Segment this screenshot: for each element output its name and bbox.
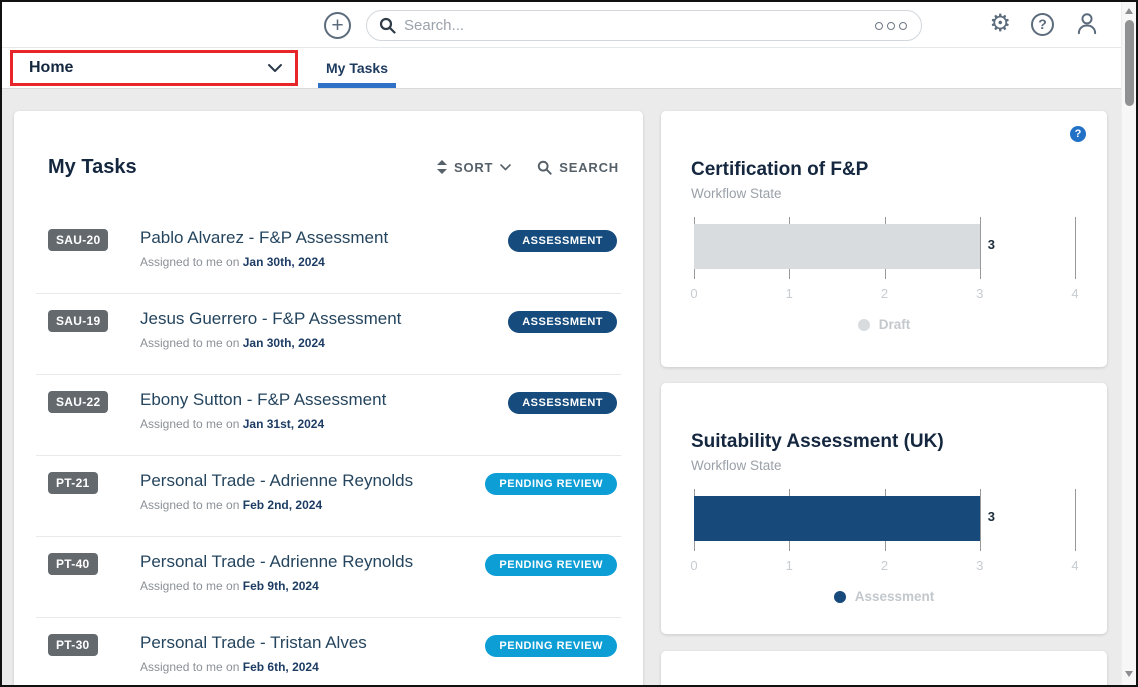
help-tooltip-icon[interactable]: ? [1070, 126, 1086, 142]
axis-tick [980, 489, 981, 551]
chart-title: Certification of F&P [661, 111, 1107, 181]
chart-card-partial [661, 651, 1107, 687]
legend-label: Assessment [855, 589, 935, 604]
task-list: SAU-20 Pablo Alvarez - F&P Assessment As… [36, 213, 621, 687]
search-tasks-button[interactable]: SEARCH [537, 160, 619, 175]
legend-dot [858, 319, 870, 331]
more-search-options-icon[interactable] [875, 22, 907, 30]
task-title: Personal Trade - Tristan Alves [140, 632, 485, 654]
task-id-badge: PT-30 [48, 634, 98, 656]
task-row[interactable]: PT-40 Personal Trade - Adrienne Reynolds… [36, 537, 621, 617]
create-new-icon[interactable]: + [324, 12, 351, 39]
task-title: Personal Trade - Adrienne Reynolds [140, 551, 485, 573]
search-icon [537, 160, 552, 175]
bar-chart: 3 [694, 217, 1075, 279]
x-axis: 0 1 2 3 4 [694, 558, 1075, 574]
panel-title: My Tasks [48, 156, 137, 179]
chart-title: Suitability Assessment (UK) [661, 383, 1107, 453]
status-badge: PENDING REVIEW [485, 473, 617, 495]
task-id-badge: PT-40 [48, 553, 98, 575]
chart-subtitle: Workflow State [661, 181, 1107, 201]
chevron-down-icon [500, 164, 511, 171]
global-search-bar[interactable] [366, 10, 922, 41]
search-icon [379, 17, 396, 34]
task-assigned-date: Assigned to me on Jan 30th, 2024 [140, 336, 508, 350]
home-dropdown[interactable]: Home [10, 50, 298, 86]
task-id-badge: SAU-22 [48, 391, 108, 413]
task-row[interactable]: SAU-19 Jesus Guerrero - F&P Assessment A… [36, 294, 621, 374]
my-tasks-panel: My Tasks SORT S [14, 111, 643, 687]
chart-subtitle: Workflow State [661, 453, 1107, 473]
legend-dot [834, 591, 846, 603]
task-row[interactable]: SAU-20 Pablo Alvarez - F&P Assessment As… [36, 213, 621, 293]
task-row[interactable]: SAU-22 Ebony Sutton - F&P Assessment Ass… [36, 375, 621, 455]
task-row[interactable]: PT-30 Personal Trade - Tristan Alves Ass… [36, 618, 621, 687]
help-icon[interactable]: ? [1031, 13, 1054, 36]
task-id-badge: PT-21 [48, 472, 98, 494]
nav-row: Home My Tasks [2, 48, 1136, 89]
chart-card-certification: ? Certification of F&P Workflow State 3 … [661, 111, 1107, 367]
chart-legend: Assessment [661, 589, 1107, 604]
sort-button[interactable]: SORT [437, 160, 511, 175]
top-bar-actions: ⚙ ? [989, 11, 1100, 37]
home-dropdown-label: Home [29, 59, 73, 77]
task-title: Ebony Sutton - F&P Assessment [140, 389, 508, 411]
task-id-badge: SAU-20 [48, 229, 108, 251]
bar-draft [694, 224, 980, 269]
chart-card-suitability: Suitability Assessment (UK) Workflow Sta… [661, 383, 1107, 634]
user-profile-icon[interactable] [1074, 11, 1100, 37]
tab-my-tasks[interactable]: My Tasks [320, 48, 394, 88]
scrollbar-thumb[interactable] [1125, 20, 1134, 106]
sort-arrows-icon [437, 160, 447, 174]
my-tasks-header: My Tasks SORT S [14, 111, 643, 213]
task-assigned-date: Assigned to me on Feb 6th, 2024 [140, 660, 485, 674]
legend-label: Draft [879, 317, 911, 332]
top-bar: + ⚙ ? [2, 2, 1136, 48]
scroll-up-arrow-icon[interactable] [1125, 8, 1133, 14]
bar-value-label: 3 [988, 509, 995, 524]
task-row[interactable]: PT-21 Personal Trade - Adrienne Reynolds… [36, 456, 621, 536]
active-tab-underline [318, 83, 396, 88]
bar-assessment [694, 496, 980, 541]
status-badge: ASSESSMENT [508, 230, 617, 252]
chevron-down-icon [267, 63, 283, 73]
task-title: Personal Trade - Adrienne Reynolds [140, 470, 485, 492]
task-assigned-date: Assigned to me on Feb 9th, 2024 [140, 579, 485, 593]
scroll-down-arrow-icon[interactable] [1125, 671, 1133, 677]
task-id-badge: SAU-19 [48, 310, 108, 332]
settings-gear-icon[interactable]: ⚙ [989, 11, 1011, 37]
task-assigned-date: Assigned to me on Jan 30th, 2024 [140, 255, 508, 269]
status-badge: ASSESSMENT [508, 311, 617, 333]
plus-icon: + [331, 15, 343, 36]
task-assigned-date: Assigned to me on Jan 31st, 2024 [140, 417, 508, 431]
axis-tick [1075, 217, 1076, 279]
task-title: Pablo Alvarez - F&P Assessment [140, 227, 508, 249]
status-badge: PENDING REVIEW [485, 554, 617, 576]
bar-value-label: 3 [988, 237, 995, 252]
vertical-scrollbar[interactable] [1121, 2, 1136, 685]
axis-tick [1075, 489, 1076, 551]
task-assigned-date: Assigned to me on Feb 2nd, 2024 [140, 498, 485, 512]
status-badge: PENDING REVIEW [485, 635, 617, 657]
chart-legend: Draft [661, 317, 1107, 332]
search-input[interactable] [404, 17, 875, 34]
x-axis: 0 1 2 3 4 [694, 286, 1075, 302]
axis-tick [980, 217, 981, 279]
app-window: + ⚙ ? Home [0, 0, 1138, 687]
status-badge: ASSESSMENT [508, 392, 617, 414]
bar-chart: 3 [694, 489, 1075, 551]
task-title: Jesus Guerrero - F&P Assessment [140, 308, 508, 330]
